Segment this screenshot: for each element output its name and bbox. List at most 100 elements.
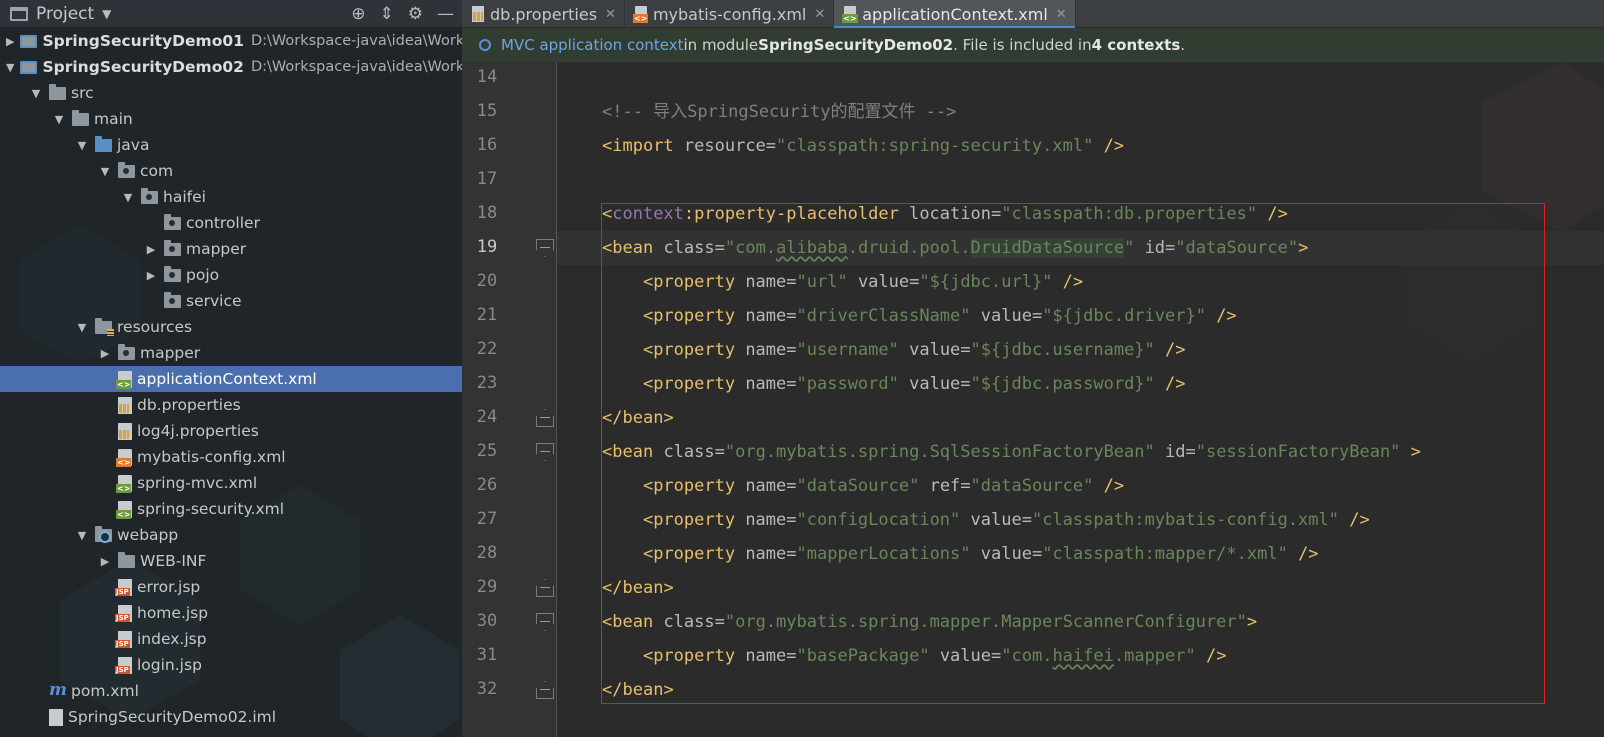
tree-item-java[interactable]: ▼ java bbox=[0, 132, 462, 158]
code-line: <property name="basePackage" value="com.… bbox=[602, 639, 1227, 673]
context-notification-bar: MVC application context in module Spring… bbox=[462, 28, 1604, 62]
code-line: <property name="mapperLocations" value="… bbox=[602, 537, 1319, 571]
tree-item-spring-mvc-xml[interactable]: ▶spring-mvc.xml bbox=[0, 470, 462, 496]
close-icon[interactable]: ✕ bbox=[1056, 7, 1067, 22]
code-token: < bbox=[602, 442, 613, 462]
expand-arrow-icon[interactable]: ▼ bbox=[75, 139, 89, 152]
fold-collapse-icon[interactable] bbox=[536, 239, 554, 257]
code-token: = bbox=[1165, 238, 1176, 258]
tree-item-mapper[interactable]: ▶ mapper bbox=[0, 236, 462, 262]
code-token: "configLocation" bbox=[796, 510, 961, 530]
fold-end-icon[interactable] bbox=[536, 579, 554, 597]
tree-item-login-jsp[interactable]: ▶login.jsp bbox=[0, 652, 462, 678]
close-icon[interactable]: ✕ bbox=[605, 7, 616, 22]
tab-applicationcontext-xml[interactable]: applicationContext.xml ✕ bbox=[834, 0, 1076, 29]
package-icon bbox=[164, 213, 181, 230]
module-folder-icon bbox=[20, 60, 38, 74]
tree-item-springsecuritydemo02[interactable]: ▼ SpringSecurityDemo02 D:\Workspace-java\i… bbox=[0, 54, 462, 80]
line-number: 17 bbox=[476, 169, 498, 189]
hide-panel-icon[interactable]: — bbox=[437, 4, 454, 24]
code-token: = bbox=[990, 204, 1002, 224]
tree-item-controller[interactable]: ▶controller bbox=[0, 210, 462, 236]
tree-item-mybatis-config-xml[interactable]: ▶mybatis-config.xml bbox=[0, 444, 462, 470]
code-token: /> bbox=[1052, 272, 1084, 292]
tab-db-properties[interactable]: db.properties ✕ bbox=[462, 0, 625, 28]
expand-arrow-icon[interactable]: ▼ bbox=[52, 113, 66, 126]
tab-label: applicationContext.xml bbox=[862, 4, 1048, 24]
tree-item-springsecuritydemo02-iml[interactable]: ▶SpringSecurityDemo02.iml bbox=[0, 704, 462, 730]
tree-item-home-jsp[interactable]: ▶home.jsp bbox=[0, 600, 462, 626]
code-token: "org.mybatis.spring.SqlSessionFactoryBea… bbox=[724, 442, 1155, 462]
collapse-arrow-icon[interactable]: ▶ bbox=[6, 35, 14, 48]
tree-item-pojo[interactable]: ▶ pojo bbox=[0, 262, 462, 288]
tree-item-webapp[interactable]: ▼ webapp bbox=[0, 522, 462, 548]
tree-item-db-properties[interactable]: ▶db.properties bbox=[0, 392, 462, 418]
code-token: name bbox=[735, 374, 787, 394]
code-token: property bbox=[653, 476, 736, 496]
jsp-file-icon bbox=[115, 656, 132, 674]
expand-arrow-icon[interactable]: ▼ bbox=[98, 165, 112, 178]
code-token: bean bbox=[612, 442, 654, 462]
collapse-all-icon[interactable]: ⇕ bbox=[380, 4, 394, 24]
code-token: > bbox=[1246, 612, 1258, 632]
code-token: = bbox=[909, 272, 920, 292]
close-icon[interactable]: ✕ bbox=[814, 7, 825, 22]
tree-item-log4j-properties[interactable]: ▶log4j.properties bbox=[0, 418, 462, 444]
gear-icon[interactable]: ⚙ bbox=[408, 4, 423, 24]
code-line: <!-- 导入SpringSecurity的配置文件 --> bbox=[602, 95, 956, 129]
notice-context-count: 4 contexts bbox=[1091, 35, 1181, 54]
line-number: 28 bbox=[476, 543, 498, 563]
tree-item-label: resources bbox=[117, 318, 193, 336]
line-number: 15 bbox=[476, 101, 498, 121]
tree-item-src[interactable]: ▼ src bbox=[0, 80, 462, 106]
tree-item-main[interactable]: ▼ main bbox=[0, 106, 462, 132]
tree-item-web-inf[interactable]: ▶ WEB-INF bbox=[0, 548, 462, 574]
expand-arrow-icon[interactable]: ▼ bbox=[75, 529, 89, 542]
locate-file-icon[interactable]: ⊕ bbox=[351, 4, 365, 24]
code-token: = bbox=[1031, 544, 1043, 564]
tree-item-haifei[interactable]: ▼ haifei bbox=[0, 184, 462, 210]
expand-arrow-icon[interactable]: ▼ bbox=[6, 61, 14, 74]
fold-end-icon[interactable] bbox=[536, 681, 554, 699]
fold-collapse-icon[interactable] bbox=[536, 613, 554, 631]
tree-item-applicationcontext-xml[interactable]: ▶applicationContext.xml bbox=[0, 366, 462, 392]
code-token: "com. bbox=[1001, 646, 1053, 666]
tree-item-pom-xml[interactable]: ▶mpom.xml bbox=[0, 678, 462, 704]
tree-item-com[interactable]: ▼ com bbox=[0, 158, 462, 184]
code-token: <!-- 导入SpringSecurity的配置文件 --> bbox=[602, 102, 957, 122]
tree-item-resources[interactable]: ▼ resources bbox=[0, 314, 462, 340]
fold-end-icon[interactable] bbox=[536, 409, 554, 427]
expand-arrow-icon[interactable]: ▼ bbox=[121, 191, 135, 204]
mvc-context-link[interactable]: MVC application context bbox=[501, 36, 684, 54]
code-editor[interactable]: <!-- 导入SpringSecurity的配置文件 --> <import re… bbox=[557, 62, 1604, 737]
expand-arrow-icon[interactable]: ▼ bbox=[29, 87, 43, 100]
code-token: .druid.pool. bbox=[847, 238, 971, 258]
tree-item-label: SpringSecurityDemo02.iml bbox=[68, 708, 277, 726]
tree-item-label: log4j.properties bbox=[137, 422, 259, 440]
code-token: property bbox=[653, 544, 736, 564]
chevron-down-icon[interactable]: ▼ bbox=[102, 7, 111, 21]
collapse-arrow-icon[interactable]: ▶ bbox=[144, 243, 158, 256]
tree-item-service[interactable]: ▶service bbox=[0, 288, 462, 314]
code-token: = bbox=[714, 442, 725, 462]
tree-item-springsecuritydemo01[interactable]: ▶ SpringSecurityDemo01 D:\Workspace-java\i… bbox=[0, 28, 462, 54]
expand-arrow-icon[interactable]: ▼ bbox=[75, 321, 89, 334]
tree-item-spring-security-xml[interactable]: ▶spring-security.xml bbox=[0, 496, 462, 522]
tree-item-mapper[interactable]: ▶ mapper bbox=[0, 340, 462, 366]
editor-gutter[interactable]: 14 15 16 17 18 19 20 21 22 23 24 25 26 27 28 29 30 31 32 bbox=[462, 62, 557, 737]
tree-item-path: D:\Workspace-java\idea\Worksp bbox=[250, 59, 462, 75]
code-token: "classpath:spring-security.xml" bbox=[776, 136, 1094, 156]
collapse-arrow-icon[interactable]: ▶ bbox=[98, 555, 112, 568]
fold-collapse-icon[interactable] bbox=[536, 443, 554, 461]
line-number: 29 bbox=[476, 577, 498, 597]
line-number: 19 bbox=[476, 237, 498, 257]
tab-mybatis-config-xml[interactable]: mybatis-config.xml ✕ bbox=[625, 0, 835, 28]
code-token: location bbox=[898, 204, 991, 224]
collapse-arrow-icon[interactable]: ▶ bbox=[144, 269, 158, 282]
tree-item-index-jsp[interactable]: ▶index.jsp bbox=[0, 626, 462, 652]
collapse-arrow-icon[interactable]: ▶ bbox=[98, 347, 112, 360]
project-panel-header[interactable]: Project ▼ ⊕ ⇕ ⚙ — bbox=[0, 0, 462, 28]
project-view-selector[interactable]: Project bbox=[36, 4, 94, 24]
tree-item-error-jsp[interactable]: ▶error.jsp bbox=[0, 574, 462, 600]
code-token: /> bbox=[1093, 136, 1125, 156]
